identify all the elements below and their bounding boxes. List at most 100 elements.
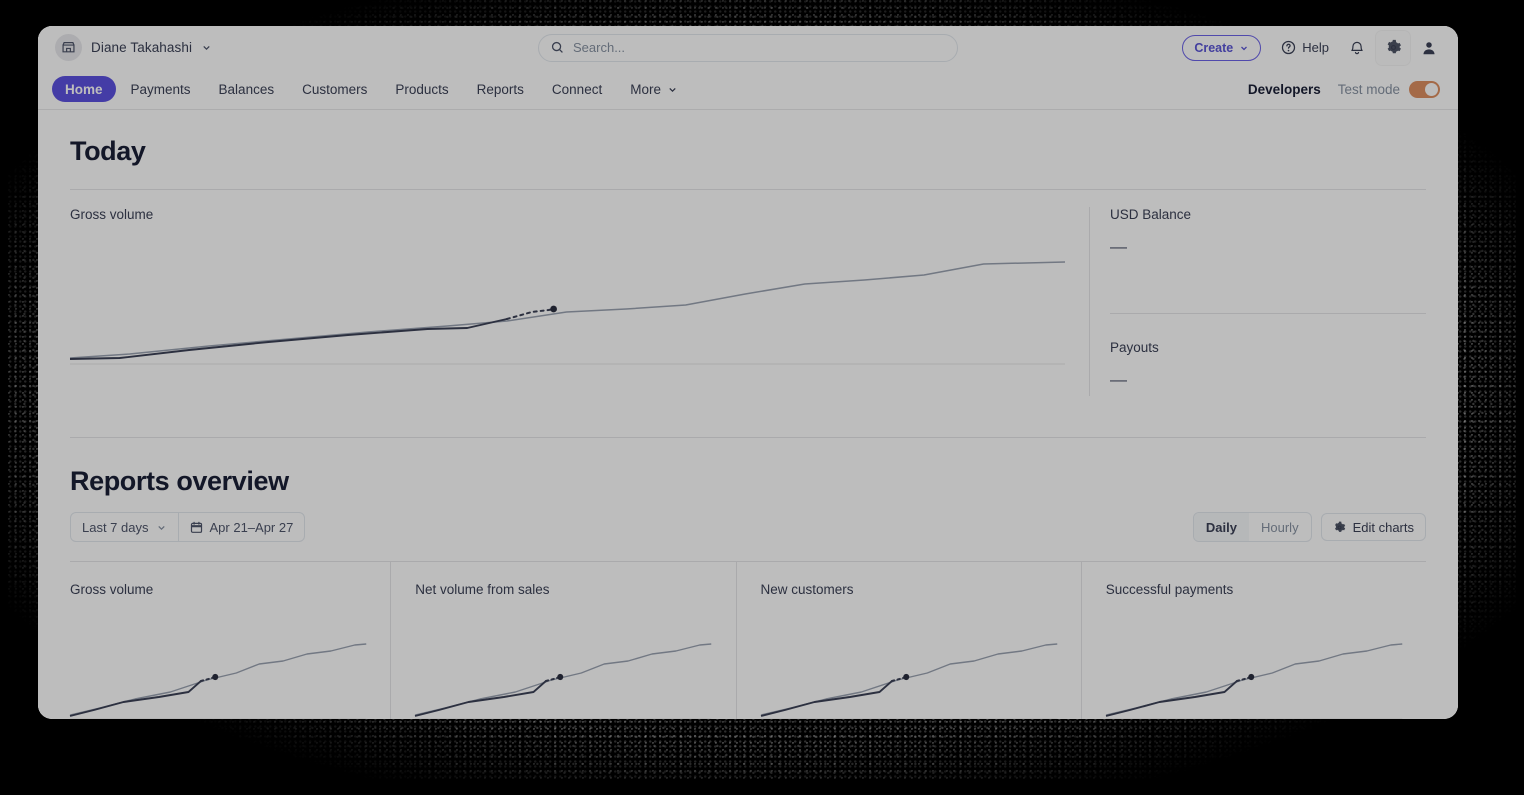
nav-item-label: More (630, 81, 661, 97)
nav-item-payments[interactable]: Payments (118, 76, 204, 102)
nav-item-label: Home (65, 81, 103, 97)
current-point-marker (1248, 673, 1254, 681)
mini-chart-new-customers (760, 637, 1057, 719)
settings-button[interactable] (1376, 30, 1410, 65)
gross-volume-label: Gross volume (70, 207, 154, 222)
mini-chart-successful-payments (1105, 637, 1403, 719)
report-card-net-volume-from-sales: Net volume from sales (391, 562, 737, 719)
nav-item-connect[interactable]: Connect (539, 76, 615, 102)
current-point-marker (557, 673, 564, 681)
granularity-daily[interactable]: Daily (1193, 513, 1249, 541)
nav-item-list: Home Payments Balances Customers Product… (52, 76, 691, 102)
date-preset-label: Last 7 days (82, 519, 149, 535)
nav-item-more[interactable]: More (617, 76, 691, 102)
report-card-gross-volume: Gross volume (69, 562, 392, 719)
granularity-toggle: Daily Hourly (1192, 512, 1312, 542)
page-title: Today (70, 136, 146, 166)
chevron-down-icon (201, 42, 212, 53)
developers-link[interactable]: Developers (1248, 82, 1321, 97)
current-point-marker (902, 673, 909, 681)
app-header: Diane Takahashi Search... Create Help (38, 26, 1458, 69)
reports-controls: Last 7 days Apr 21–Apr 27 Daily Hourly E… (70, 512, 1426, 542)
create-button-label: Create (1194, 40, 1234, 55)
account-switcher[interactable]: Diane Takahashi (52, 31, 219, 64)
date-preset-select[interactable]: Last 7 days (71, 513, 177, 541)
today-gross-volume-chart (69, 246, 1066, 396)
report-card-new-customers: New customers (737, 562, 1082, 719)
payouts-label: Payouts (1110, 340, 1159, 355)
granularity-hourly[interactable]: Hourly (1249, 513, 1311, 541)
reports-controls-right: Daily Hourly Edit charts (1192, 512, 1426, 542)
mini-chart-net-volume-from-sales (415, 637, 712, 719)
mini-chart-gross-volume (69, 637, 367, 719)
help-button-label: Help (1302, 40, 1329, 55)
search-input[interactable]: Search... (538, 33, 958, 62)
today-gross-volume-card: Gross volume (69, 207, 1090, 396)
report-card-successful-payments: Successful payments (1082, 562, 1426, 719)
gear-icon (1385, 39, 1402, 56)
usd-balance-card: USD Balance — (1110, 207, 1426, 314)
notifications-button[interactable] (1340, 31, 1374, 65)
primary-nav: Home Payments Balances Customers Product… (38, 69, 1458, 110)
toggle-switch[interactable] (1409, 80, 1440, 98)
chart-svg (69, 261, 1066, 365)
gear-icon (1333, 521, 1346, 534)
date-range-button[interactable]: Apr 21–Apr 27 (177, 513, 305, 541)
usd-balance-value: — (1110, 237, 1127, 256)
nav-item-label: Balances (218, 81, 275, 97)
series-previous-period (69, 261, 1066, 359)
page-content: Today Gross volume USD Balance — Payouts… (38, 110, 1458, 719)
chevron-down-icon (667, 84, 678, 95)
nav-item-label: Products (395, 81, 449, 97)
search-container: Search... (538, 33, 958, 62)
account-name: Diane Takahashi (91, 40, 193, 55)
edit-charts-button[interactable]: Edit charts (1320, 513, 1426, 541)
usd-balance-label: USD Balance (1110, 207, 1192, 222)
chart-svg (69, 643, 367, 719)
today-side-panel: USD Balance — Payouts — (1090, 207, 1426, 396)
payouts-card: Payouts — (1110, 314, 1426, 388)
payouts-value: — (1110, 370, 1127, 389)
card-title: Net volume from sales (415, 582, 550, 597)
search-icon (551, 41, 564, 54)
current-point-marker (550, 305, 557, 313)
browser-window: Diane Takahashi Search... Create Help Ho… (38, 26, 1458, 719)
question-circle-icon (1281, 40, 1296, 55)
nav-item-balances[interactable]: Balances (206, 76, 288, 102)
today-panel: Gross volume USD Balance — Payouts — (69, 207, 1426, 396)
chevron-down-icon (1239, 43, 1249, 53)
card-title: Gross volume (70, 582, 154, 597)
search-placeholder: Search... (573, 40, 626, 55)
current-point-marker (212, 673, 219, 681)
card-title: Successful payments (1105, 582, 1234, 597)
reports-title: Reports overview (70, 466, 289, 496)
nav-item-home[interactable]: Home (52, 76, 116, 102)
date-range-group: Last 7 days Apr 21–Apr 27 (70, 512, 306, 542)
nav-item-label: Payments (130, 81, 191, 97)
screenshot-root: Diane Takahashi Search... Create Help Ho… (0, 0, 1524, 795)
chart-svg (760, 643, 1057, 719)
create-button[interactable]: Create (1182, 34, 1262, 61)
nav-item-customers[interactable]: Customers (289, 76, 380, 102)
nav-item-reports[interactable]: Reports (464, 76, 537, 102)
reports-cards-row: Gross volume Net volume from sales New c… (69, 561, 1426, 719)
nav-item-label: Reports (476, 81, 524, 97)
help-button[interactable]: Help (1272, 35, 1338, 60)
nav-right-actions: Developers Test mode (1248, 80, 1444, 98)
user-icon (1421, 40, 1437, 56)
chart-svg (415, 643, 712, 719)
date-range-label: Apr 21–Apr 27 (209, 519, 294, 535)
bell-icon (1349, 40, 1365, 56)
chevron-down-icon (156, 522, 167, 533)
test-mode-label: Test mode (1337, 81, 1400, 97)
divider (70, 189, 1426, 190)
calendar-icon (190, 521, 203, 534)
store-icon (55, 34, 82, 61)
test-mode-toggle[interactable]: Test mode (1337, 80, 1440, 98)
reports-overview-section: Reports overview Last 7 days Apr 21–Apr … (70, 438, 1426, 542)
nav-item-label: Customers (302, 81, 368, 97)
nav-item-products[interactable]: Products (382, 76, 461, 102)
edit-charts-label: Edit charts (1352, 519, 1414, 535)
user-account-button[interactable] (1412, 31, 1446, 65)
header-actions: Create Help (1182, 30, 1446, 65)
